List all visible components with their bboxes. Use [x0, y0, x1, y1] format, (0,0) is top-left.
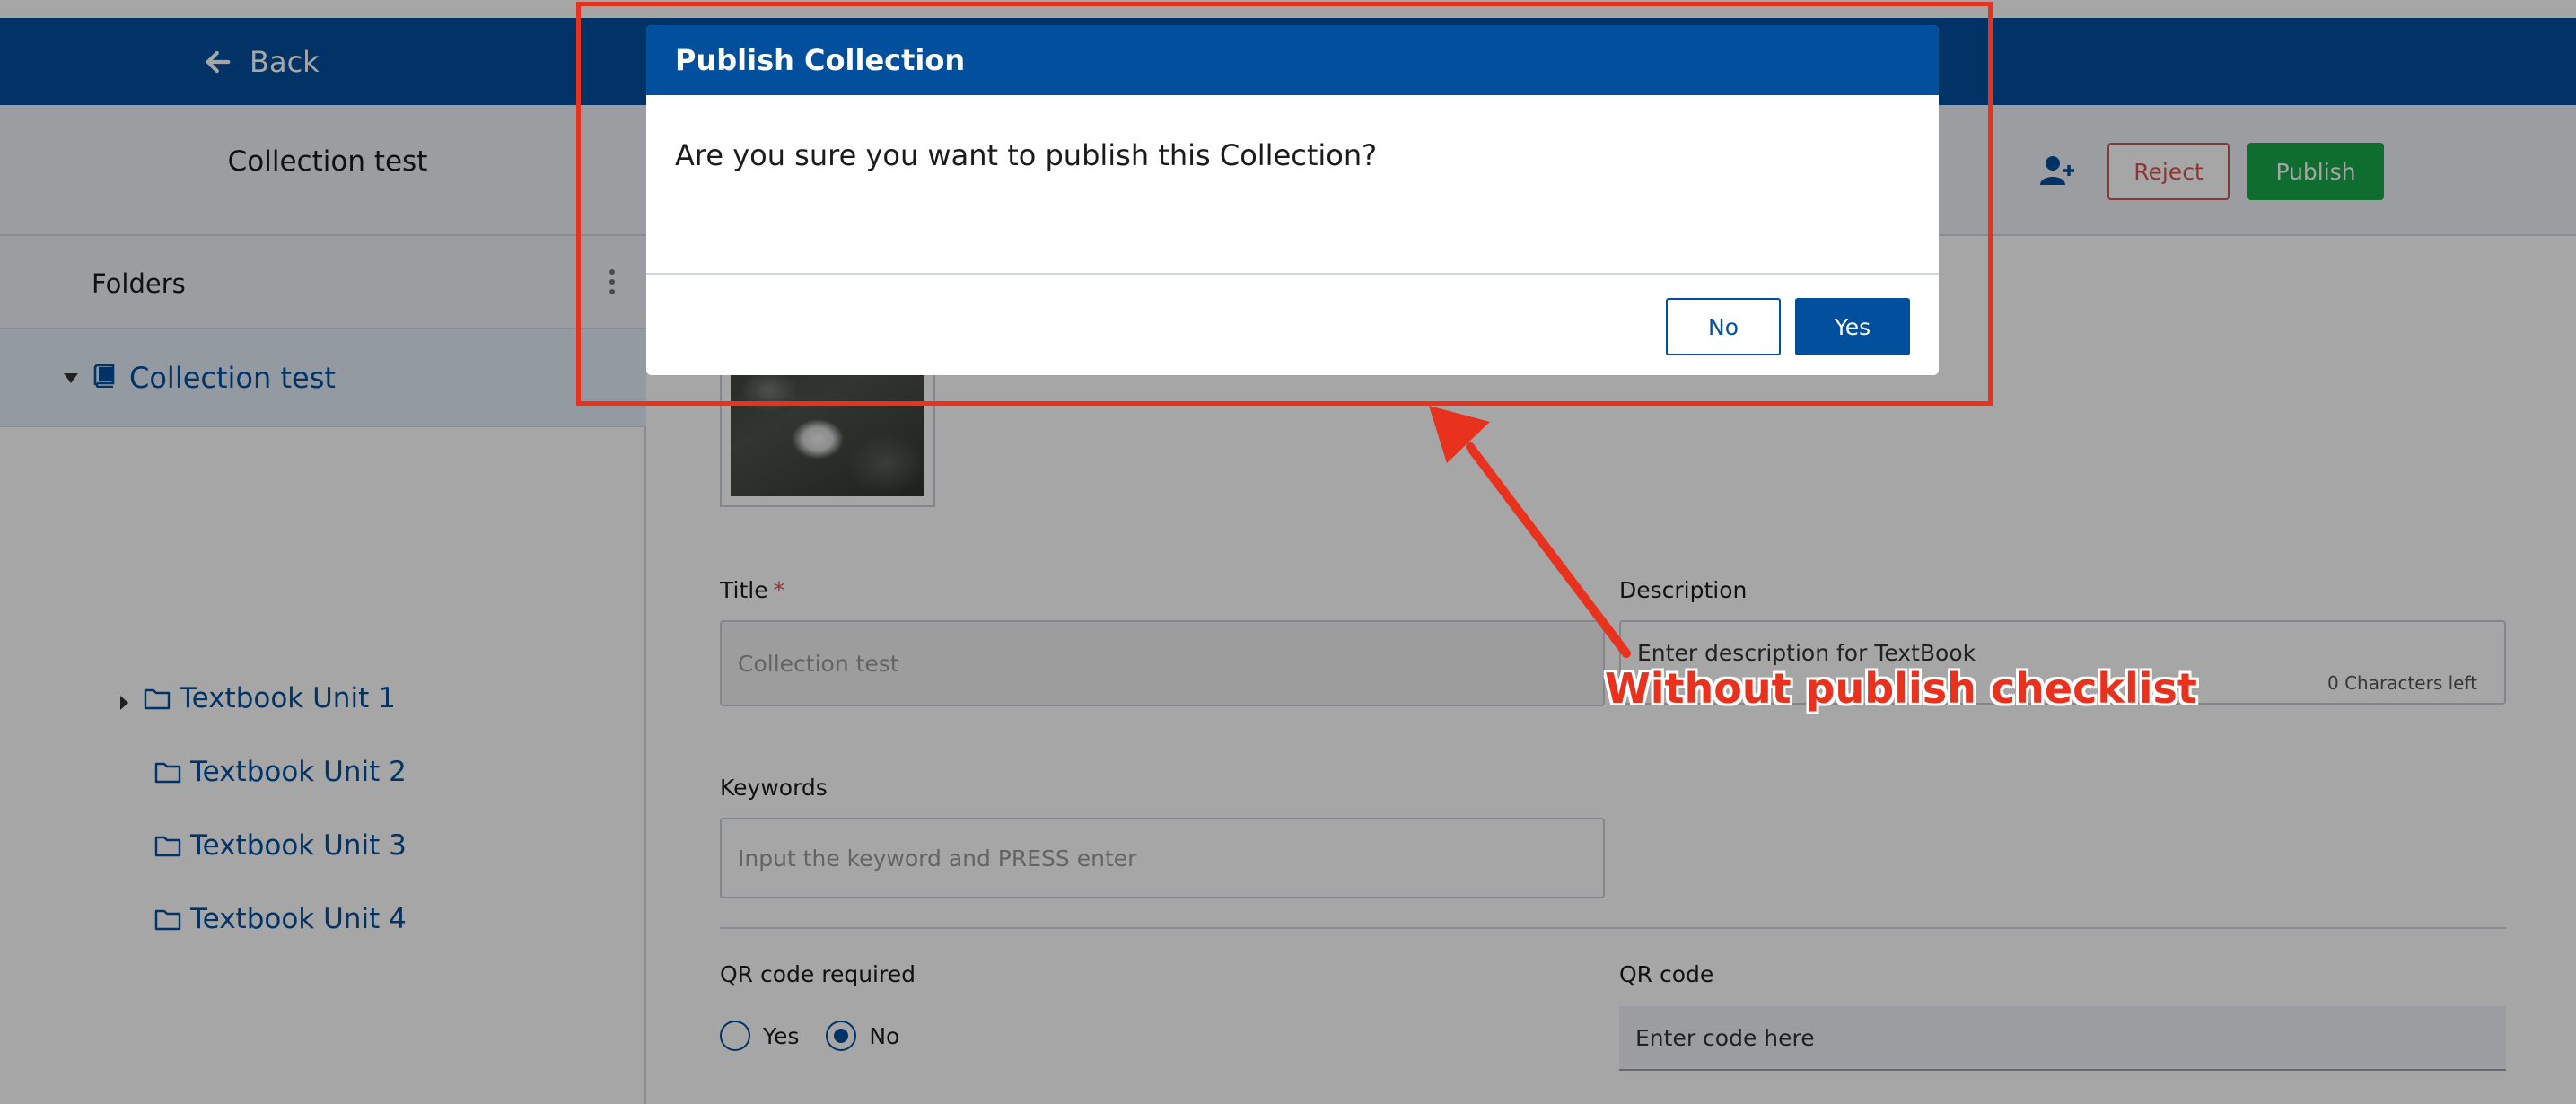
annotation-label: Without publish checklist: [1605, 664, 2197, 713]
annotation-highlight-box: [576, 2, 1993, 406]
app-window: Back Collection test Reject Publish Fold…: [0, 0, 2576, 1104]
